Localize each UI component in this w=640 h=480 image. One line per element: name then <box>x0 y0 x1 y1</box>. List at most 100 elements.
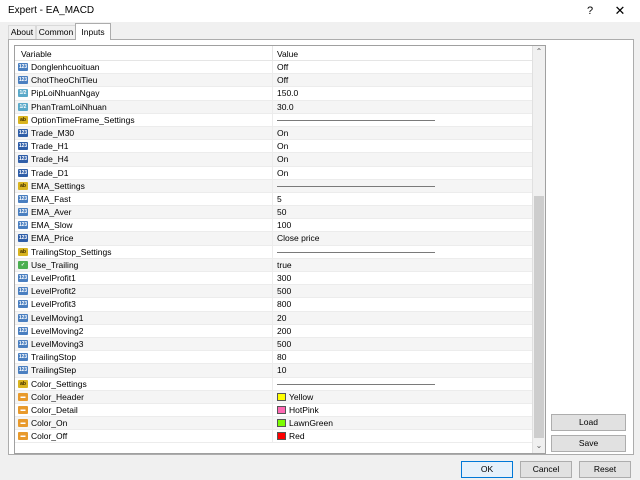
table-row[interactable]: 123 Trade_H4 On <box>15 153 532 167</box>
table-row[interactable]: 123 LevelMoving2 200 <box>15 324 532 338</box>
table-row[interactable]: 123 LevelProfit3 800 <box>15 298 532 312</box>
color-swatch[interactable] <box>277 432 286 441</box>
variable-name: Use_Trailing <box>31 259 79 270</box>
table-row[interactable]: 123 TrailingStep 10 <box>15 364 532 378</box>
variable-value[interactable]: On <box>277 140 288 153</box>
variable-name: TrailingStep <box>31 365 77 376</box>
section-separator-line <box>277 383 435 385</box>
table-row[interactable]: 123 Trade_D1 On <box>15 166 532 180</box>
cell-divider <box>272 87 273 100</box>
integer-type-icon: 123 <box>18 63 28 71</box>
variable-value[interactable]: 50 <box>277 206 286 219</box>
variable-value[interactable]: On <box>277 127 288 140</box>
table-row[interactable]: ab TrailingStop_Settings <box>15 245 532 259</box>
variable-value[interactable]: 80 <box>277 351 286 364</box>
tab-common[interactable]: Common <box>36 25 76 39</box>
variable-value[interactable]: 800 <box>277 298 291 311</box>
close-button[interactable]: ✕ <box>610 3 630 19</box>
cell-divider <box>272 285 273 298</box>
help-button[interactable]: ? <box>580 3 600 19</box>
cell-divider <box>272 403 273 417</box>
table-row[interactable]: 123 ChotTheoChiTieu Off <box>15 74 532 88</box>
table-row[interactable]: ab EMA_Settings <box>15 179 532 193</box>
table-row[interactable]: 123 Trade_H1 On <box>15 140 532 154</box>
table-row[interactable]: 123 LevelMoving3 500 <box>15 337 532 352</box>
section-separator-line <box>277 251 435 253</box>
color-type-icon: ▬ <box>18 405 28 414</box>
table-row[interactable]: 123 Trade_M30 On <box>15 126 532 141</box>
table-row[interactable]: ✓ Use_Trailing true <box>15 258 532 272</box>
variable-value[interactable]: Off <box>277 74 288 87</box>
variable-value[interactable]: 500 <box>277 285 291 298</box>
table-row[interactable]: 123 EMA_Aver 50 <box>15 206 532 220</box>
cell-divider <box>272 258 273 271</box>
variable-value[interactable]: 300 <box>277 272 291 285</box>
table-row[interactable]: 123 LevelMoving1 20 <box>15 311 532 325</box>
variable-name: LevelProfit1 <box>31 273 76 283</box>
variable-name: Donglenhcuoituan <box>31 62 100 72</box>
scroll-thumb[interactable] <box>534 196 544 438</box>
variable-name: Trade_H4 <box>31 154 69 165</box>
table-row[interactable]: 123 LevelProfit2 500 <box>15 285 532 299</box>
cancel-button[interactable]: Cancel <box>520 461 572 478</box>
table-row[interactable]: 1/2 PhanTramLoiNhuan 30.0 <box>15 100 532 114</box>
cell-divider <box>272 219 273 232</box>
cell-divider <box>272 61 273 74</box>
table-row[interactable]: 123 TrailingStop 80 <box>15 351 532 365</box>
variable-value[interactable]: Red <box>289 430 305 443</box>
variable-value[interactable]: 20 <box>277 312 286 325</box>
variable-name: EMA_Fast <box>31 193 71 204</box>
reset-button[interactable]: Reset <box>579 461 631 478</box>
variable-value[interactable]: 10 <box>277 364 286 377</box>
scroll-up-icon[interactable]: ⌃ <box>533 46 545 58</box>
table-row[interactable]: 123 EMA_Slow 100 <box>15 219 532 233</box>
cell-divider <box>272 126 273 140</box>
column-header-variable[interactable]: Variable <box>21 49 52 59</box>
variable-value[interactable]: On <box>277 153 288 166</box>
variable-value[interactable]: 5 <box>277 193 282 206</box>
table-row[interactable]: 123 EMA_Fast 5 <box>15 192 532 207</box>
scroll-down-icon[interactable]: ⌄ <box>533 440 545 452</box>
variable-value[interactable]: 200 <box>277 325 291 338</box>
table-row[interactable]: 1/2 PipLoiNhuanNgay 150.0 <box>15 87 532 101</box>
integer-type-icon: 123 <box>18 339 28 348</box>
variable-value[interactable]: true <box>277 259 292 272</box>
ok-button[interactable]: OK <box>461 461 513 478</box>
vertical-scrollbar[interactable]: ⌃ ⌄ <box>532 46 545 453</box>
color-type-icon: ▬ <box>18 419 28 428</box>
cell-divider <box>272 324 273 337</box>
variable-name: ChotTheoChiTieu <box>31 75 98 86</box>
table-row[interactable]: ▬ Color_Detail HotPink <box>15 403 532 418</box>
table-row[interactable]: 123 Donglenhcuoituan Off <box>15 61 532 75</box>
integer-type-icon: 123 <box>18 287 28 296</box>
variable-value[interactable]: On <box>277 167 288 180</box>
table-row[interactable]: ▬ Color_On LawnGreen <box>15 417 532 431</box>
table-row[interactable]: ab OptionTimeFrame_Settings <box>15 113 532 127</box>
color-swatch[interactable] <box>277 392 286 401</box>
variable-value[interactable]: Yellow <box>289 391 313 404</box>
variable-name: EMA_Aver <box>31 207 72 218</box>
color-swatch[interactable] <box>277 405 286 414</box>
column-divider[interactable] <box>272 46 273 60</box>
variable-value[interactable]: LawnGreen <box>289 417 333 430</box>
column-header-value[interactable]: Value <box>277 49 298 59</box>
table-row[interactable]: ▬ Color_Off Red <box>15 430 532 444</box>
variable-value[interactable]: Off <box>277 61 288 74</box>
table-row[interactable]: 123 EMA_Price Close price <box>15 232 532 246</box>
color-swatch[interactable] <box>277 419 286 428</box>
variable-value[interactable]: 30.0 <box>277 101 294 114</box>
table-row[interactable]: 123 LevelProfit1 300 <box>15 272 532 286</box>
variable-value[interactable]: Close price <box>277 232 320 245</box>
tab-about[interactable]: About <box>8 25 36 39</box>
load-button[interactable]: Load <box>551 414 626 431</box>
color-type-icon: ▬ <box>18 432 28 441</box>
variable-name: LevelMoving2 <box>31 325 84 336</box>
variable-value[interactable]: 150.0 <box>277 87 298 100</box>
save-button[interactable]: Save <box>551 435 626 452</box>
variable-value[interactable]: HotPink <box>289 404 319 417</box>
variable-value[interactable]: 100 <box>277 219 291 232</box>
table-row[interactable]: ▬ Color_Header Yellow <box>15 390 532 404</box>
tab-inputs[interactable]: Inputs <box>75 23 111 40</box>
variable-value[interactable]: 500 <box>277 338 291 351</box>
table-row[interactable]: ab Color_Settings <box>15 377 532 391</box>
